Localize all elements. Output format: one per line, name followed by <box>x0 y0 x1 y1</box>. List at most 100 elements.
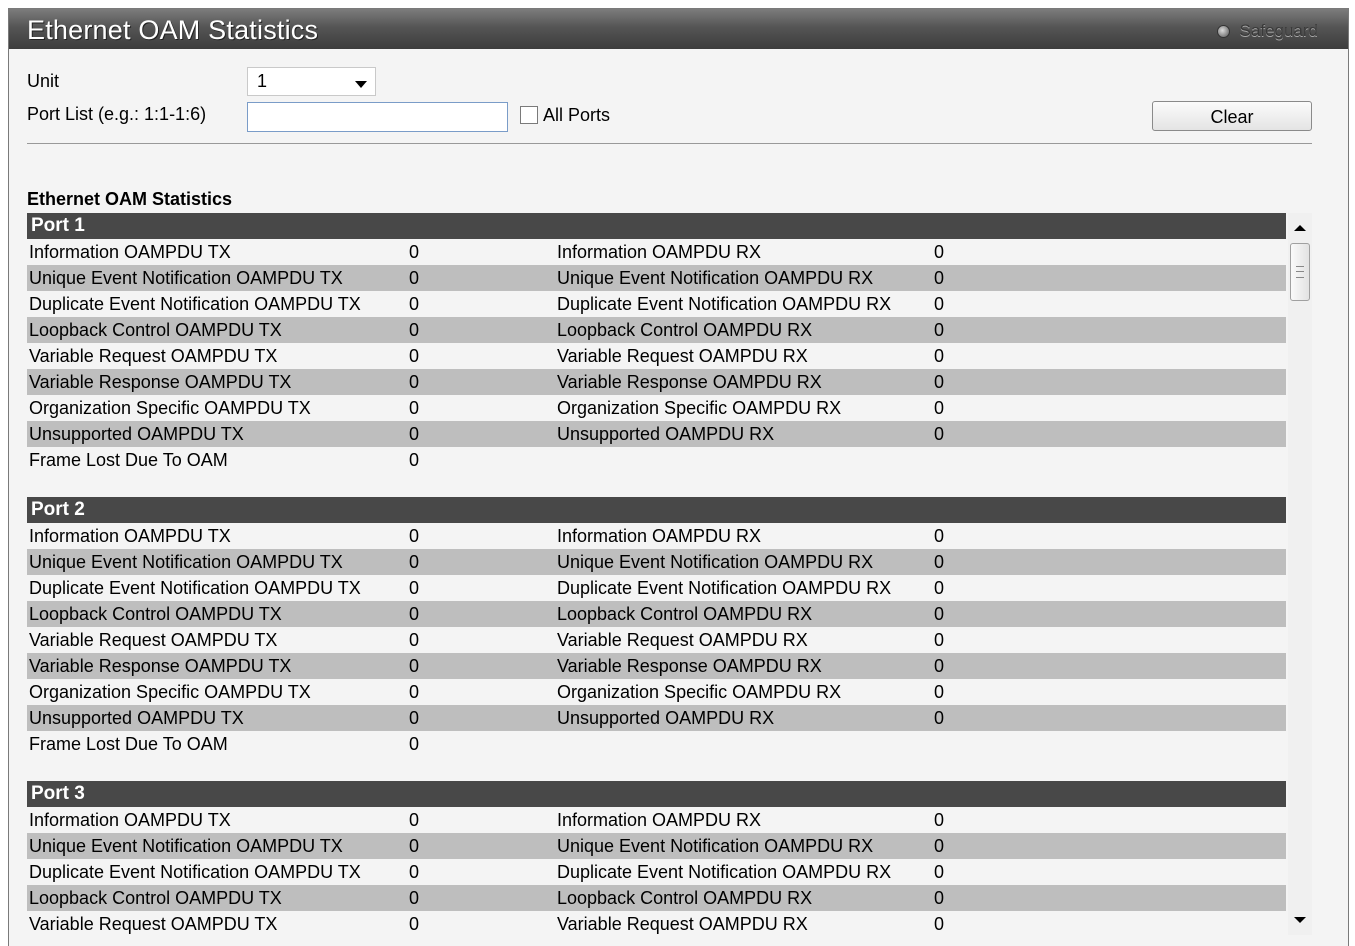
tx-label: Variable Response OAMPDU TX <box>29 372 292 392</box>
table-row: Unique Event Notification OAMPDU TX 0 Uniq… <box>27 265 1286 291</box>
tx-label: Duplicate Event Notification OAMPDU TX <box>29 862 361 882</box>
table-row: Variable Response OAMPDU TX 0 Variable Res… <box>27 369 1286 395</box>
table-row: Variable Request OAMPDU TX 0 Variable Requ… <box>27 343 1286 369</box>
tx-value: 0 <box>409 320 420 340</box>
unit-label: Unit <box>27 71 60 91</box>
tx-value: 0 <box>409 372 420 392</box>
table-row: Loopback Control OAMPDU TX 0 Loopback Cont… <box>27 317 1286 343</box>
rx-label: Unsupported OAMPDU RX <box>557 708 775 728</box>
rx-value: 0 <box>934 888 945 908</box>
tx-value: 0 <box>409 424 420 444</box>
rx-value: 0 <box>934 268 945 288</box>
tx-label: Variable Request OAMPDU TX <box>29 914 278 934</box>
tx-label: Unique Event Notification OAMPDU TX <box>29 552 343 572</box>
rx-value: 0 <box>934 242 945 262</box>
port-block: Port 2 Information OAMPDU TX 0 Information … <box>27 497 1286 757</box>
table-row: Variable Request OAMPDU TX 0 Variable Requ… <box>27 911 1286 935</box>
tx-value: 0 <box>409 630 420 650</box>
tx-value: 0 <box>409 810 420 830</box>
tx-value: 0 <box>409 734 420 754</box>
rx-value: 0 <box>934 320 945 340</box>
table-row: Unsupported OAMPDU TX 0 Unsupported OAMPDU… <box>27 705 1286 731</box>
scroll-thumb[interactable] <box>1290 243 1310 301</box>
rx-label: Duplicate Event Notification OAMPDU RX <box>557 862 892 882</box>
port-block: Port 1 Information OAMPDU TX 0 Information … <box>27 213 1286 473</box>
statistics-section-title: Ethernet OAM Statistics <box>27 189 233 209</box>
rx-label: Variable Request OAMPDU RX <box>557 914 808 934</box>
tx-value: 0 <box>409 888 420 908</box>
rx-value: 0 <box>934 656 945 676</box>
rx-value: 0 <box>934 526 945 546</box>
rx-label: Organization Specific OAMPDU RX <box>557 398 842 418</box>
port-block: Port 3 Information OAMPDU TX 0 Information … <box>27 781 1286 935</box>
rx-value: 0 <box>934 346 945 366</box>
tx-value: 0 <box>409 914 420 934</box>
rx-label: Duplicate Event Notification OAMPDU RX <box>557 294 892 314</box>
table-row: Duplicate Event Notification OAMPDU TX 0 D… <box>27 575 1286 601</box>
tx-label: Frame Lost Due To OAM <box>29 734 228 754</box>
all-ports-checkbox[interactable] <box>520 106 538 124</box>
tx-label: Duplicate Event Notification OAMPDU TX <box>29 294 361 314</box>
scroll-up-icon[interactable] <box>1294 225 1306 231</box>
rx-value: 0 <box>934 604 945 624</box>
safeguard-label: Safeguard <box>1239 21 1318 40</box>
table-row: Variable Response OAMPDU TX 0 Variable Res… <box>27 653 1286 679</box>
port-header: Port 2 <box>27 497 1286 523</box>
tx-label: Unique Event Notification OAMPDU TX <box>29 268 343 288</box>
window-title: Ethernet OAM Statistics <box>27 15 319 45</box>
tx-label: Unique Event Notification OAMPDU TX <box>29 836 343 856</box>
table-row: Duplicate Event Notification OAMPDU TX 0 D… <box>27 859 1286 885</box>
rx-label: Variable Response OAMPDU RX <box>557 656 822 676</box>
rx-value: 0 <box>934 424 945 444</box>
tx-value: 0 <box>409 526 420 546</box>
port-header: Port 3 <box>27 781 1286 807</box>
tx-label: Organization Specific OAMPDU TX <box>29 398 311 418</box>
rx-label: Unique Event Notification OAMPDU RX <box>557 268 874 288</box>
safeguard-indicator[interactable]: Safeguard <box>1216 21 1318 41</box>
tx-label: Information OAMPDU TX <box>29 242 231 262</box>
rx-value: 0 <box>934 630 945 650</box>
safeguard-status-icon <box>1216 24 1230 38</box>
tx-value: 0 <box>409 346 420 366</box>
table-row: Loopback Control OAMPDU TX 0 Loopback Cont… <box>27 601 1286 627</box>
tx-label: Unsupported OAMPDU TX <box>29 708 244 728</box>
table-row: Organization Specific OAMPDU TX 0 Organiza… <box>27 395 1286 421</box>
tx-label: Loopback Control OAMPDU TX <box>29 604 282 624</box>
rx-label: Variable Response OAMPDU RX <box>557 372 822 392</box>
scroll-down-icon[interactable] <box>1294 917 1306 923</box>
rx-label: Unsupported OAMPDU RX <box>557 424 775 444</box>
tx-value: 0 <box>409 604 420 624</box>
rx-value: 0 <box>934 294 945 314</box>
port-list-input[interactable] <box>247 102 508 132</box>
rx-label: Information OAMPDU RX <box>557 526 762 546</box>
table-row: Duplicate Event Notification OAMPDU TX 0 D… <box>27 291 1286 317</box>
table-row: Information OAMPDU TX 0 Information OAMPDU… <box>27 807 1286 833</box>
divider <box>27 143 1312 144</box>
rx-value: 0 <box>934 578 945 598</box>
rx-label: Unique Event Notification OAMPDU RX <box>557 836 874 856</box>
statistics-table[interactable]: Port 1 Information OAMPDU TX 0 Information … <box>27 213 1286 935</box>
tx-value: 0 <box>409 708 420 728</box>
rx-value: 0 <box>934 810 945 830</box>
rx-label: Duplicate Event Notification OAMPDU RX <box>557 578 892 598</box>
tx-label: Unsupported OAMPDU TX <box>29 424 244 444</box>
rx-value: 0 <box>934 398 945 418</box>
port-header: Port 1 <box>27 213 1286 239</box>
table-row: Information OAMPDU TX 0 Information OAMPDU… <box>27 523 1286 549</box>
rx-label: Loopback Control OAMPDU RX <box>557 320 813 340</box>
tx-value: 0 <box>409 578 420 598</box>
tx-value: 0 <box>409 450 420 470</box>
table-row: Organization Specific OAMPDU TX 0 Organiza… <box>27 679 1286 705</box>
rx-label: Loopback Control OAMPDU RX <box>557 604 813 624</box>
tx-label: Variable Response OAMPDU TX <box>29 656 292 676</box>
table-row: Frame Lost Due To OAM 0 <box>27 447 1286 473</box>
rx-label: Unique Event Notification OAMPDU RX <box>557 552 874 572</box>
clear-button[interactable]: Clear <box>1152 101 1312 131</box>
unit-select[interactable]: 1 <box>247 67 376 96</box>
port-list-label: Port List (e.g.: 1:1-1:6) <box>27 104 207 124</box>
table-row: Unsupported OAMPDU TX 0 Unsupported OAMPDU… <box>27 421 1286 447</box>
vertical-scrollbar[interactable] <box>1288 213 1312 935</box>
rx-label: Organization Specific OAMPDU RX <box>557 682 842 702</box>
tx-value: 0 <box>409 682 420 702</box>
oam-statistics-window: Ethernet OAM Statistics Safeguard Unit 1… <box>8 8 1349 946</box>
